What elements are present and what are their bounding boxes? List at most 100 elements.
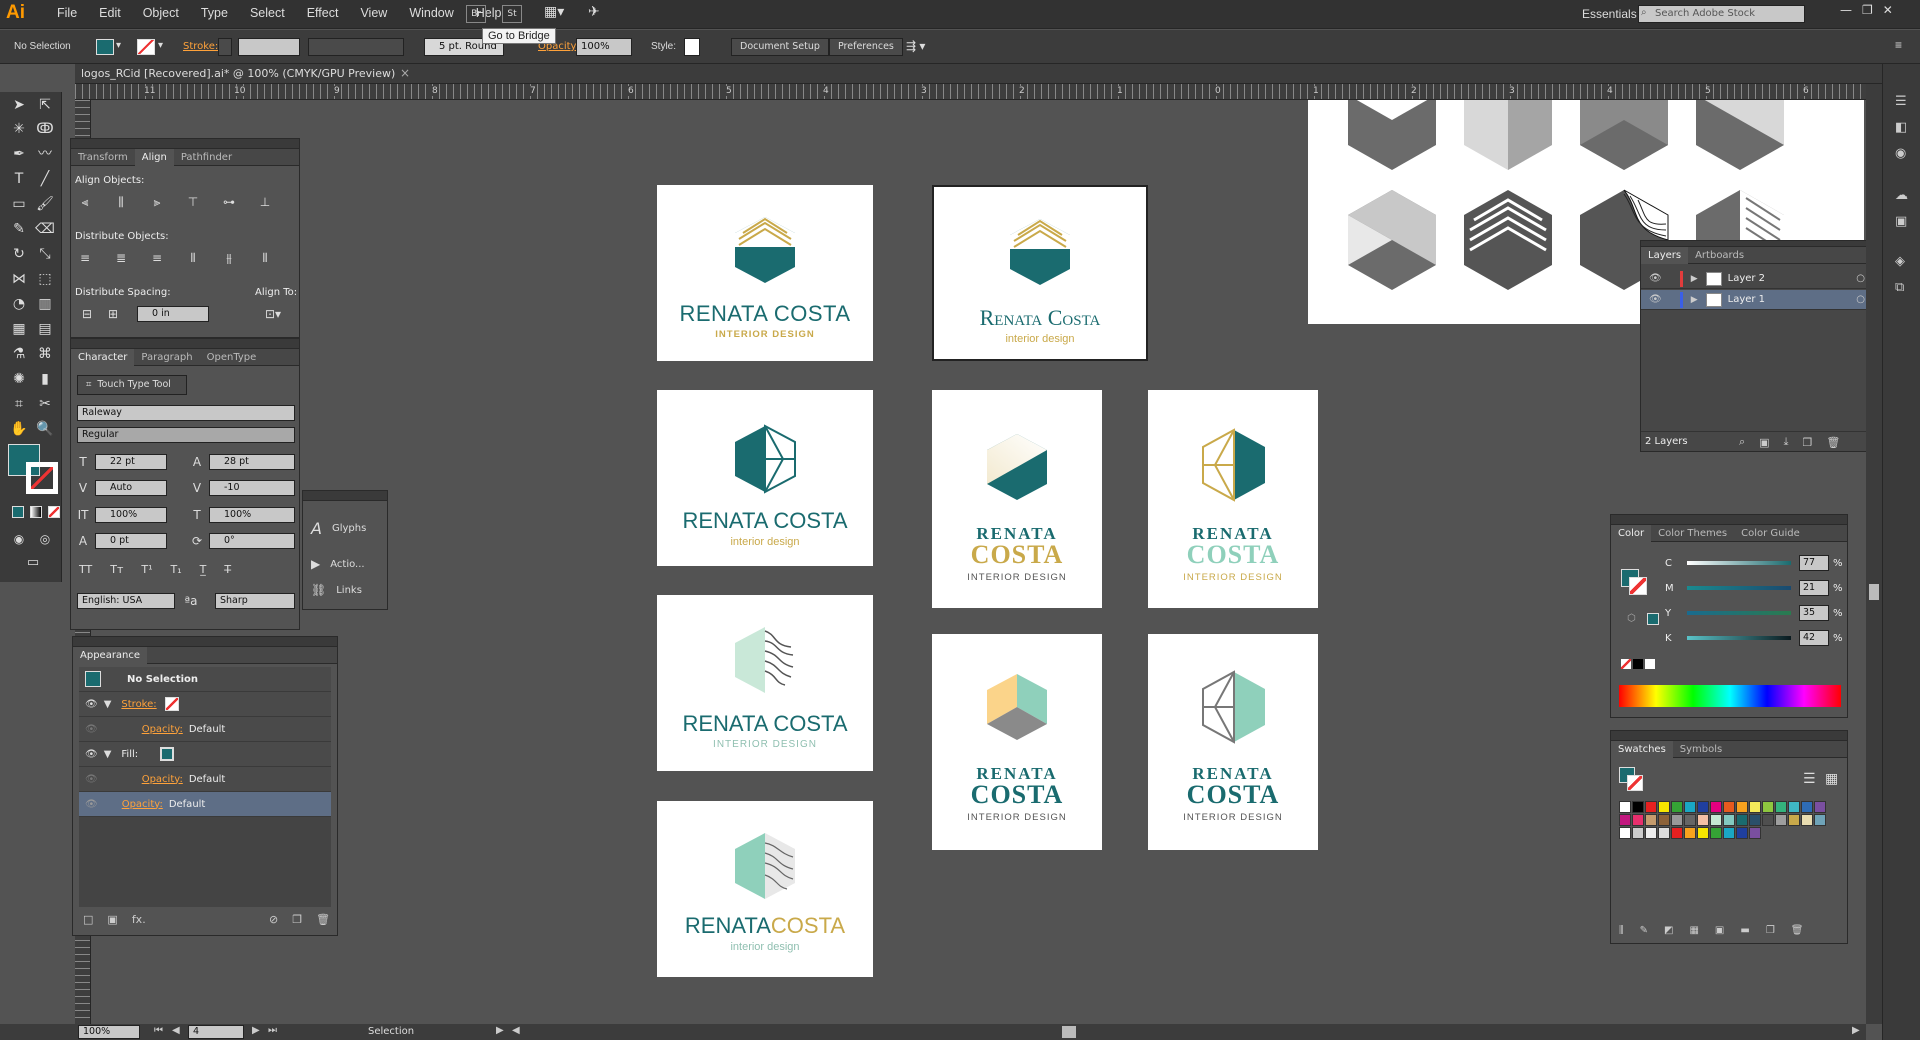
menu-view[interactable]: View	[349, 6, 398, 20]
layer-visibility-icon[interactable]: 👁	[1649, 273, 1662, 284]
opacity-input[interactable]: 100%	[576, 38, 632, 56]
align-bottom-icon[interactable]: ⊥	[257, 195, 273, 209]
expand-triangle-icon[interactable]: ▼	[104, 749, 112, 760]
font-style-dropdown[interactable]: Regular	[77, 427, 295, 443]
layer-expand-icon[interactable]: ▶	[1691, 295, 1698, 305]
strikethrough-icon[interactable]: T̶	[224, 563, 231, 576]
distribute-hcenter-icon[interactable]: ⫵	[221, 251, 237, 265]
font-family-dropdown[interactable]: Raleway	[77, 405, 295, 421]
tab-color-themes[interactable]: Color Themes	[1651, 525, 1734, 542]
slice-tool-icon[interactable]: ✂	[34, 393, 56, 415]
panel-drag-bar[interactable]	[1611, 515, 1847, 525]
distribute-bottom-icon[interactable]: ≡	[149, 251, 165, 265]
color-swatch[interactable]	[1697, 827, 1709, 839]
curvature-tool-icon[interactable]: 〰	[34, 143, 56, 165]
menu-select[interactable]: Select	[239, 6, 296, 20]
align-right-icon[interactable]: ⫸	[149, 195, 165, 209]
channel-slider[interactable]	[1687, 586, 1791, 590]
menu-object[interactable]: Object	[132, 6, 190, 20]
color-swatch[interactable]	[1658, 814, 1670, 826]
magic-wand-tool-icon[interactable]: ✳	[8, 118, 30, 140]
zoom-dropdown[interactable]: 100%	[78, 1025, 140, 1039]
color-swatch[interactable]	[1684, 801, 1696, 813]
properties-panel-icon[interactable]: ☰	[1895, 94, 1907, 109]
panel-drag-bar[interactable]	[71, 139, 299, 149]
layer-name[interactable]: Layer 2	[1728, 273, 1765, 284]
fill-swatch[interactable]	[96, 39, 114, 55]
horizontal-scroll-thumb[interactable]	[1062, 1026, 1076, 1038]
new-color-group-icon[interactable]: ▣	[1715, 925, 1724, 936]
delete-layer-icon[interactable]: 🗑	[1826, 436, 1840, 449]
distribute-top-icon[interactable]: ≡	[77, 251, 93, 265]
logo-artboard-2[interactable]: Renata Costa interior design	[932, 185, 1148, 361]
vertical-scale-input[interactable]: 100%	[95, 507, 167, 523]
scale-tool-icon[interactable]: ⤡	[34, 243, 56, 265]
duplicate-item-icon[interactable]: ❐	[292, 913, 302, 926]
channel-input[interactable]: 77	[1799, 555, 1829, 571]
touch-type-tool-button[interactable]: ⌗ Touch Type Tool	[77, 375, 187, 395]
visibility-eye-icon[interactable]: 👁	[85, 699, 98, 710]
swatch-library-icon[interactable]: ⫼	[1619, 925, 1624, 936]
character-rotation-input[interactable]: 0°	[209, 533, 295, 549]
scroll-left-icon[interactable]: ◀	[512, 1025, 520, 1036]
color-swatch[interactable]	[1697, 814, 1709, 826]
close-tab-icon[interactable]: ×	[400, 66, 410, 80]
distribute-vspace-icon[interactable]: ⊟	[79, 307, 95, 321]
stroke-dropdown-icon[interactable]: ▾	[158, 40, 163, 51]
logo-artboard-4[interactable]: RENATA COSTA INTERIOR DESIGN	[657, 595, 873, 771]
visibility-eye-icon[interactable]: 👁	[85, 749, 98, 760]
out-of-gamut-swatch[interactable]	[1647, 613, 1659, 625]
panel-drag-bar[interactable]	[71, 339, 299, 349]
delete-item-icon[interactable]: 🗑	[316, 913, 330, 926]
color-swatch[interactable]	[1697, 801, 1709, 813]
new-swatch-icon[interactable]: ❐	[1766, 925, 1775, 936]
subscript-icon[interactable]: T₁	[171, 563, 182, 576]
tab-transform[interactable]: Transform	[71, 149, 135, 166]
delete-swatch-icon[interactable]: 🗑	[1791, 925, 1804, 936]
color-swatch[interactable]	[1684, 814, 1696, 826]
color-swatch[interactable]	[1762, 814, 1774, 826]
align-hcenter-icon[interactable]: ⫼	[113, 195, 129, 209]
color-mode-icon[interactable]	[12, 506, 24, 518]
folder-icon[interactable]: ▬	[1740, 925, 1749, 936]
appearance-stroke-opacity-row[interactable]: 👁 Opacity: Default	[79, 717, 331, 742]
color-swatch[interactable]	[1723, 827, 1735, 839]
color-swatch[interactable]	[1788, 814, 1800, 826]
horizontal-scale-input[interactable]: 100%	[209, 507, 295, 523]
color-swatch[interactable]	[1632, 814, 1644, 826]
type-tool-icon[interactable]: T	[8, 168, 30, 190]
color-swatch[interactable]	[1658, 801, 1670, 813]
color-swatch[interactable]	[1762, 801, 1774, 813]
logo-artboard-8[interactable]: RENATA COSTA INTERIOR DESIGN	[932, 634, 1102, 850]
lasso-tool-icon[interactable]: ↂ	[34, 118, 56, 140]
none-mode-icon[interactable]	[48, 506, 60, 518]
symbol-sprayer-tool-icon[interactable]: ✺	[8, 368, 30, 390]
color-swatch[interactable]	[1736, 801, 1748, 813]
color-swatch[interactable]	[1645, 814, 1657, 826]
color-swatch[interactable]	[1775, 801, 1787, 813]
vertical-scroll-thumb[interactable]	[1869, 584, 1879, 600]
hand-tool-icon[interactable]: ✋	[8, 418, 30, 440]
channel-input[interactable]: 35	[1799, 605, 1829, 621]
tab-artboards[interactable]: Artboards	[1688, 247, 1751, 264]
scroll-right-icon[interactable]: ▶	[1852, 1025, 1860, 1036]
new-sublayer-icon[interactable]: ⤓	[1784, 435, 1789, 449]
menu-window[interactable]: Window	[398, 6, 464, 20]
vertical-scrollbar[interactable]	[1866, 84, 1882, 1024]
pen-tool-icon[interactable]: ✒	[8, 143, 30, 165]
add-fill-icon[interactable]: ▣	[107, 913, 117, 926]
tab-color[interactable]: Color	[1611, 524, 1652, 542]
color-swatch[interactable]	[1710, 801, 1722, 813]
align-to-dropdown-icon[interactable]: ⊡▾	[265, 307, 281, 321]
document-tab[interactable]: logos_RCid [Recovered].ai* @ 100% (CMYK/…	[81, 67, 395, 80]
tab-character[interactable]: Character	[71, 348, 135, 366]
graphic-styles-icon[interactable]: ◉	[1895, 146, 1906, 161]
add-effect-icon[interactable]: fx.	[132, 913, 146, 926]
layer-target-icon[interactable]: ○	[1856, 294, 1865, 305]
restore-icon[interactable]: ❐	[1862, 3, 1873, 17]
tab-swatches[interactable]: Swatches	[1611, 740, 1673, 758]
stock-search-input[interactable]: Search Adobe Stock	[1638, 5, 1805, 23]
arrange-icon[interactable]: ⇶ ▾	[906, 39, 925, 53]
artboard-number-dropdown[interactable]: 4	[188, 1025, 244, 1039]
color-swatch[interactable]	[1801, 801, 1813, 813]
